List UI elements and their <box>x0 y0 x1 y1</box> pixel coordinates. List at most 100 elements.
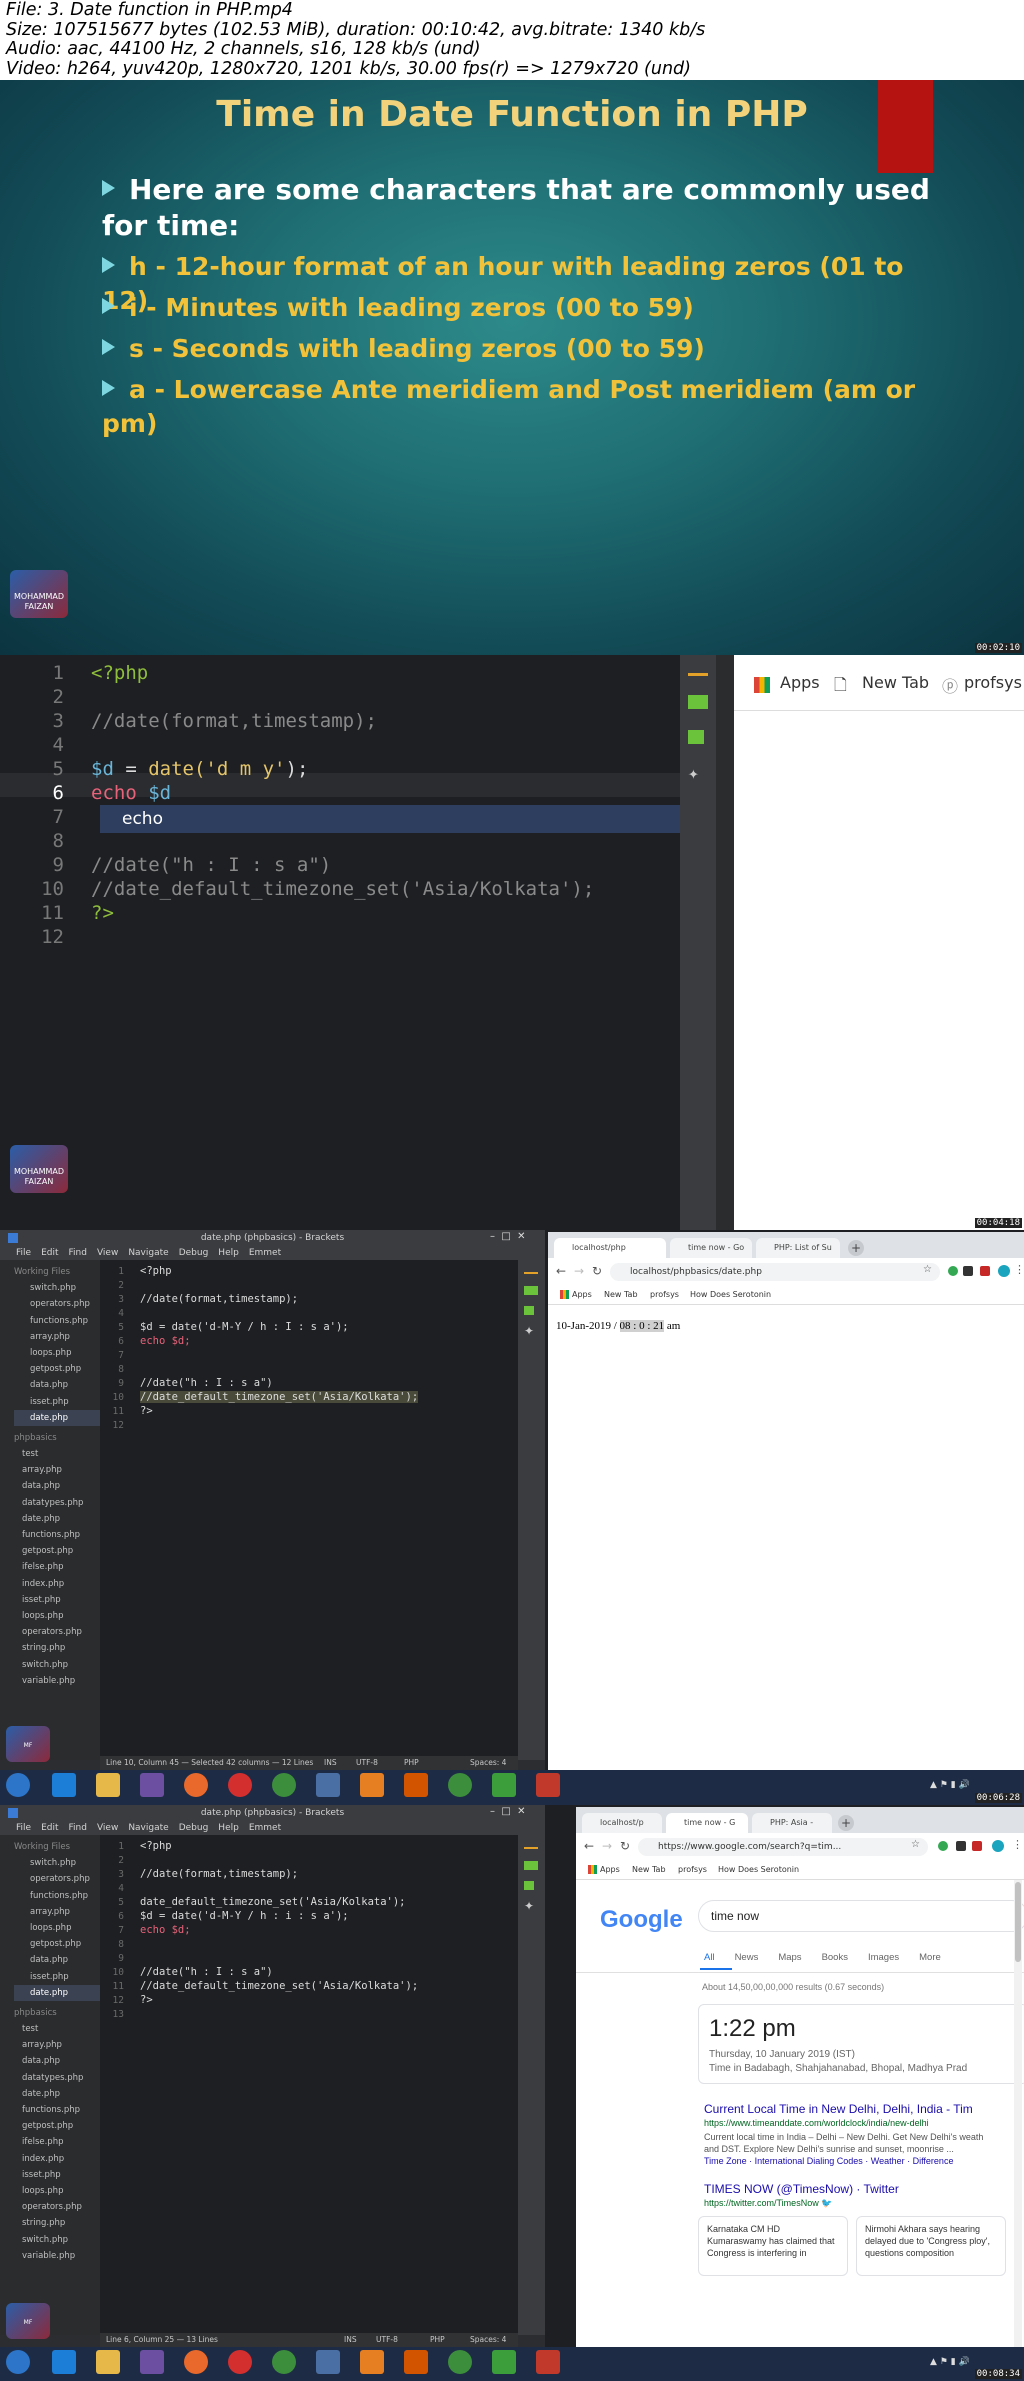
menu-emmet[interactable]: Emmet <box>249 1823 281 1833</box>
file-item[interactable]: getpost.php <box>14 1361 100 1377</box>
system-tray[interactable]: ▲ ⚑ ▮ 🔊 <box>930 1780 1010 1794</box>
nav-books[interactable]: Books <box>822 1952 848 1963</box>
file-item[interactable]: switch.php <box>14 2232 100 2248</box>
file-item[interactable]: string.php <box>14 1640 100 1656</box>
status-spaces[interactable]: Spaces: 4 <box>470 2333 506 2347</box>
reload-icon[interactable]: ↻ <box>592 1264 602 1278</box>
file-item[interactable]: variable.php <box>14 1673 100 1689</box>
status-encoding[interactable]: UTF-8 <box>376 2333 398 2347</box>
menu-debug[interactable]: Debug <box>179 1248 209 1258</box>
menu-help[interactable]: Help <box>218 1823 239 1833</box>
file-item[interactable]: variable.php <box>14 2248 100 2264</box>
chrome-icon[interactable] <box>272 2350 296 2374</box>
powerpoint-icon[interactable] <box>404 2350 428 2374</box>
bookmark-profsys[interactable]: profsys <box>964 673 1022 692</box>
camtasia-icon[interactable] <box>492 2350 516 2374</box>
file-item[interactable]: data.php <box>14 1952 100 1968</box>
extension-icon[interactable] <box>980 1266 990 1276</box>
menu-file[interactable]: File <box>16 1248 31 1258</box>
file-item[interactable]: operators.php <box>14 2199 100 2215</box>
reload-icon[interactable]: ↻ <box>620 1839 630 1853</box>
file-item[interactable]: switch.php <box>14 1855 100 1871</box>
file-item[interactable]: isset.php <box>14 2167 100 2183</box>
extension-icon[interactable] <box>524 1286 538 1295</box>
file-item[interactable]: operators.php <box>14 1296 100 1312</box>
menu-edit[interactable]: Edit <box>41 1248 58 1258</box>
extension-icon[interactable] <box>956 1841 966 1851</box>
menu-find[interactable]: Find <box>69 1823 87 1833</box>
file-item[interactable]: loops.php <box>14 1920 100 1936</box>
code-editor[interactable]: 1 2 3 4 5 6 7 8 9 10 11 12 <?php //date(… <box>100 1260 518 1770</box>
status-spaces[interactable]: Spaces: 4 <box>470 1756 506 1770</box>
result-title[interactable]: Current Local Time in New Delhi, Delhi, … <box>704 2102 973 2116</box>
file-item[interactable]: isset.php <box>14 1969 100 1985</box>
media-icon[interactable] <box>140 1773 164 1797</box>
tweet-card[interactable]: Karnataka CM HD Kumaraswamy has claimed … <box>698 2216 848 2276</box>
file-item[interactable]: operators.php <box>14 1624 100 1640</box>
file-item[interactable]: ifelse.php <box>14 2134 100 2150</box>
file-item[interactable]: index.php <box>14 2151 100 2167</box>
star-icon[interactable]: ☆ <box>923 1264 932 1275</box>
camtasia-icon[interactable] <box>492 1773 516 1797</box>
result-sitelinks[interactable]: Time Zone · International Dialing Codes … <box>704 2156 953 2166</box>
ie-icon[interactable] <box>52 1773 76 1797</box>
bookmark-serotonin[interactable]: How Does Serotonin <box>718 1861 799 1879</box>
bookmark-new-tab[interactable]: New Tab <box>632 1861 666 1879</box>
tab-time-now[interactable]: time now - Go <box>670 1238 752 1258</box>
wand-icon[interactable]: ✦ <box>524 1899 534 1913</box>
nav-news[interactable]: News <box>735 1952 759 1963</box>
search-input[interactable]: time now <box>698 1900 1024 1932</box>
back-icon[interactable]: ← <box>556 1264 566 1278</box>
firefox-icon[interactable] <box>184 1773 208 1797</box>
file-item[interactable]: getpost.php <box>14 1543 100 1559</box>
file-item[interactable]: index.php <box>14 1576 100 1592</box>
autocomplete-hint[interactable]: echo <box>100 805 710 833</box>
start-icon[interactable] <box>6 1773 30 1797</box>
file-item[interactable]: isset.php <box>14 1592 100 1608</box>
file-item-active[interactable]: date.php <box>14 1984 100 2001</box>
code-editor[interactable]: 1 2 3 4 5 6 7 8 9 10 11 12 <?php //date(… <box>0 655 710 1230</box>
nav-images[interactable]: Images <box>868 1952 899 1963</box>
file-item[interactable]: switch.php <box>14 1280 100 1296</box>
ie-icon[interactable] <box>52 2350 76 2374</box>
tweet-card[interactable]: Nirmohi Akhara says hearing delayed due … <box>856 2216 1006 2276</box>
file-item[interactable]: array.php <box>14 1329 100 1345</box>
xampp-icon[interactable] <box>360 2350 384 2374</box>
file-item[interactable]: array.php <box>14 1462 100 1478</box>
forward-icon[interactable]: → <box>574 1264 584 1278</box>
file-item[interactable]: loops.php <box>14 1345 100 1361</box>
firefox-icon[interactable] <box>184 2350 208 2374</box>
menu-file[interactable]: File <box>16 1823 31 1833</box>
powerpoint-icon[interactable] <box>404 1773 428 1797</box>
file-item[interactable]: switch.php <box>14 1657 100 1673</box>
menu-icon[interactable]: ⋮ <box>1012 1838 1023 1851</box>
tab-localhost[interactable]: localhost/php <box>554 1238 666 1258</box>
live-preview-icon[interactable] <box>524 1266 538 1274</box>
chrome-icon[interactable] <box>272 1773 296 1797</box>
profile-avatar[interactable] <box>992 1840 1004 1852</box>
menu-find[interactable]: Find <box>69 1248 87 1258</box>
tab-php-asia[interactable]: PHP: Asia - <box>752 1813 832 1833</box>
media-icon[interactable] <box>140 2350 164 2374</box>
file-item[interactable]: operators.php <box>14 1871 100 1887</box>
file-item[interactable]: array.php <box>14 2037 100 2053</box>
file-item[interactable]: datatypes.php <box>14 2070 100 2086</box>
gift-icon[interactable] <box>524 1881 534 1890</box>
folder-item[interactable]: test <box>14 2021 100 2037</box>
file-item[interactable]: functions.php <box>14 1313 100 1329</box>
explorer-icon[interactable] <box>96 1773 120 1797</box>
file-item[interactable]: loops.php <box>14 1608 100 1624</box>
address-bar[interactable]: https://www.google.com/search?q=tim... <box>638 1838 928 1856</box>
recorder-icon[interactable] <box>536 2350 560 2374</box>
app-icon[interactable] <box>316 2350 340 2374</box>
forward-icon[interactable]: → <box>602 1839 612 1853</box>
extension-g-icon[interactable] <box>948 1266 958 1276</box>
file-item[interactable]: functions.php <box>14 1527 100 1543</box>
bookmark-profsys[interactable]: profsys <box>678 1861 707 1879</box>
chrome-icon[interactable] <box>448 1773 472 1797</box>
result-url[interactable]: https://www.timeanddate.com/worldclock/i… <box>704 2118 929 2128</box>
explorer-icon[interactable] <box>96 2350 120 2374</box>
status-language[interactable]: PHP <box>430 2333 445 2347</box>
extension-icon[interactable] <box>688 695 708 709</box>
nav-all[interactable]: All <box>704 1952 715 1963</box>
